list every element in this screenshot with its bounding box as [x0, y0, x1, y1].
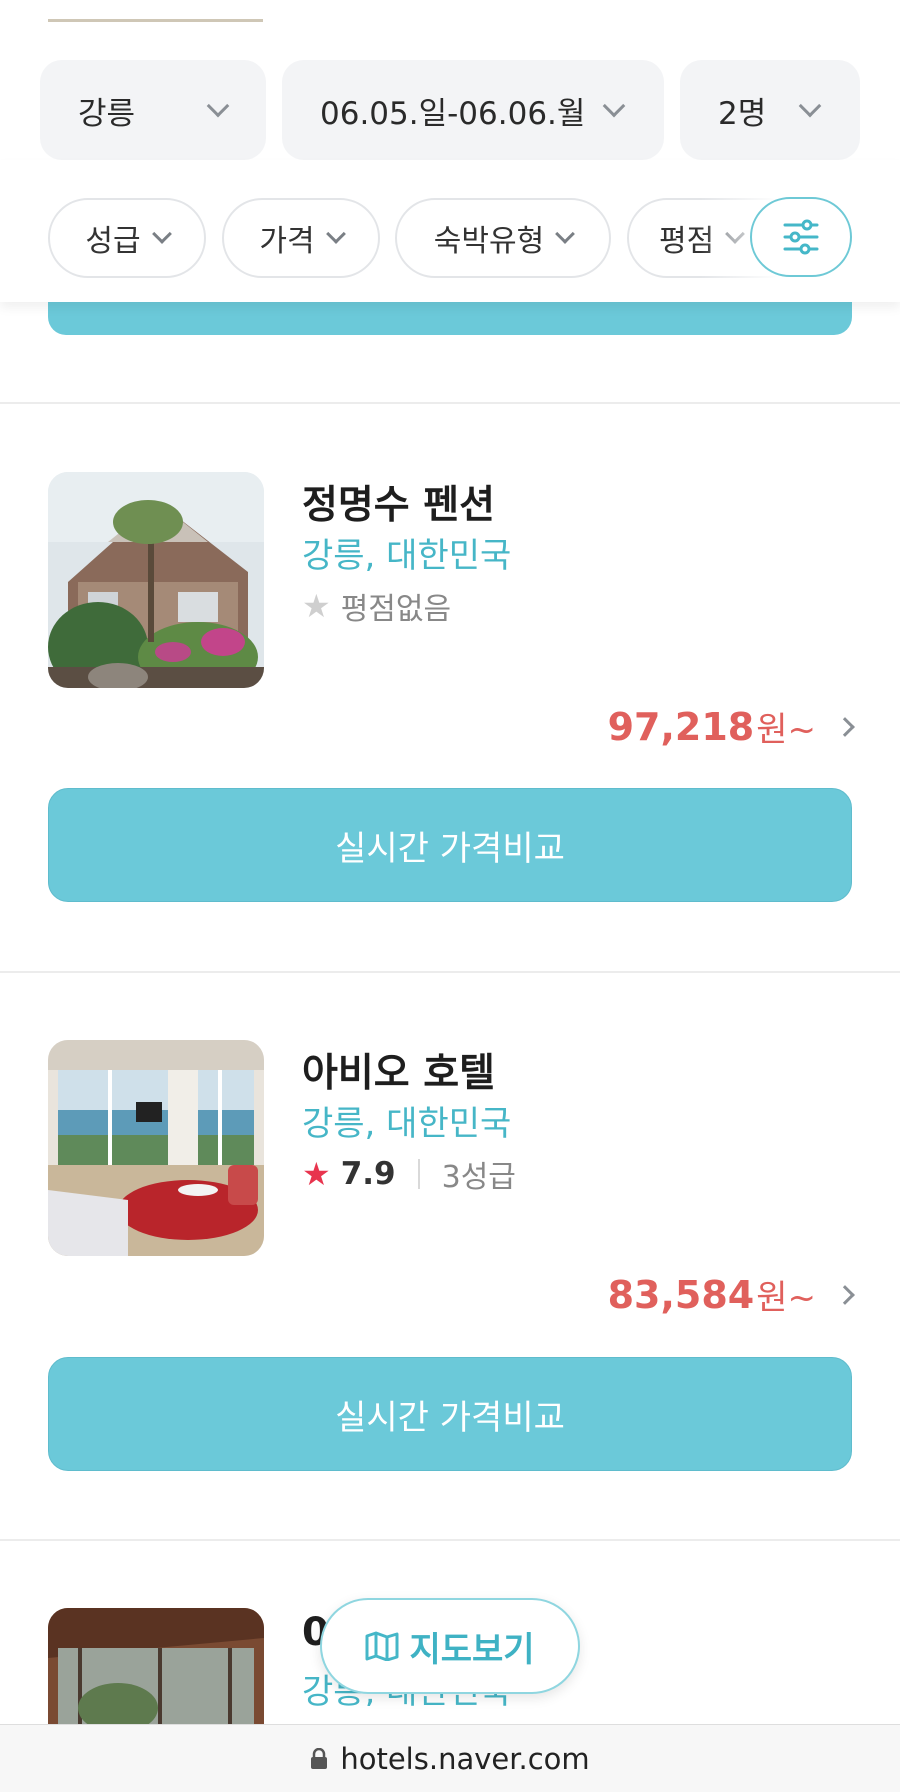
- hotel-location: 강릉, 대한민국: [302, 536, 512, 576]
- price-currency: 원~: [756, 1278, 816, 1318]
- chevron-down-icon: [798, 94, 822, 118]
- chevron-down-icon: [555, 224, 576, 244]
- search-bar: 강릉 06.05.일-06.06.월 2명: [0, 0, 900, 160]
- filter-settings-button[interactable]: [750, 197, 852, 277]
- url-text: hotels.naver.com: [340, 1741, 590, 1776]
- guests-value: 2명: [718, 95, 767, 132]
- rating-separator: [417, 1159, 420, 1189]
- card-divider: [0, 971, 900, 973]
- guests-select[interactable]: 2명: [680, 60, 860, 160]
- star-icon: ★: [302, 1155, 331, 1193]
- location-value: 강릉: [78, 95, 136, 132]
- hotel-rating: ★ 평점없음: [302, 584, 451, 628]
- star-icon: ★: [302, 587, 331, 625]
- filter-chip-label: 가격: [259, 224, 315, 259]
- hotel-price[interactable]: 83,584 원~: [607, 1270, 855, 1319]
- pension-photo: [48, 472, 264, 688]
- chevron-right-icon: [835, 1284, 855, 1305]
- compare-prices-button[interactable]: 실시간 가격비교: [48, 788, 852, 902]
- rating-score: 7.9: [340, 1156, 396, 1192]
- hotel-grade: 3성급: [441, 1160, 516, 1195]
- filter-chip-price[interactable]: 가격: [222, 198, 380, 278]
- filter-chip-lodging-type[interactable]: 숙박유형: [395, 198, 611, 278]
- hotel-photo: [48, 1608, 264, 1728]
- date-value: 06.05.일-06.06.월: [320, 95, 586, 132]
- map-icon: [365, 1631, 399, 1661]
- filter-chip-label: 성급: [85, 224, 141, 259]
- location-select[interactable]: 강릉: [40, 60, 266, 160]
- filter-chip-grade[interactable]: 성급: [48, 198, 206, 278]
- sliders-icon: [783, 219, 819, 255]
- hotel-location: 강릉, 대한민국: [302, 1104, 512, 1144]
- price-currency: 원~: [756, 710, 816, 750]
- chevron-right-icon: [835, 716, 855, 737]
- card-divider: [0, 1539, 900, 1541]
- hotel-thumbnail[interactable]: [48, 472, 264, 688]
- price-value: 97,218: [607, 704, 755, 749]
- hotel-thumbnail[interactable]: [48, 1040, 264, 1256]
- previous-content-edge: [48, 0, 263, 22]
- map-view-label: 지도보기: [409, 1629, 535, 1670]
- hotel-room-photo: [48, 1040, 264, 1256]
- hotel-rating: ★ 7.9 3성급: [302, 1152, 516, 1196]
- date-select[interactable]: 06.05.일-06.06.월: [282, 60, 664, 160]
- hotel-price[interactable]: 97,218 원~: [607, 702, 855, 751]
- lock-icon: [311, 1747, 328, 1769]
- chevron-down-icon: [325, 224, 346, 244]
- card-divider: [0, 402, 900, 404]
- map-view-button[interactable]: 지도보기: [320, 1598, 580, 1694]
- chevron-down-icon: [151, 224, 172, 244]
- hotel-name[interactable]: 정명수 펜션: [302, 474, 495, 530]
- chevron-down-icon: [602, 94, 626, 118]
- hotel-name[interactable]: 아비오 호텔: [302, 1042, 495, 1098]
- compare-prices-button[interactable]: 실시간 가격비교: [48, 1357, 852, 1471]
- rating-text: 평점없음: [340, 592, 452, 627]
- browser-url-bar[interactable]: hotels.naver.com: [0, 1724, 900, 1792]
- hotel-thumbnail[interactable]: [48, 1608, 264, 1728]
- chevron-down-icon: [206, 94, 230, 118]
- price-value: 83,584: [607, 1272, 755, 1317]
- filter-chip-label: 숙박유형: [433, 224, 545, 259]
